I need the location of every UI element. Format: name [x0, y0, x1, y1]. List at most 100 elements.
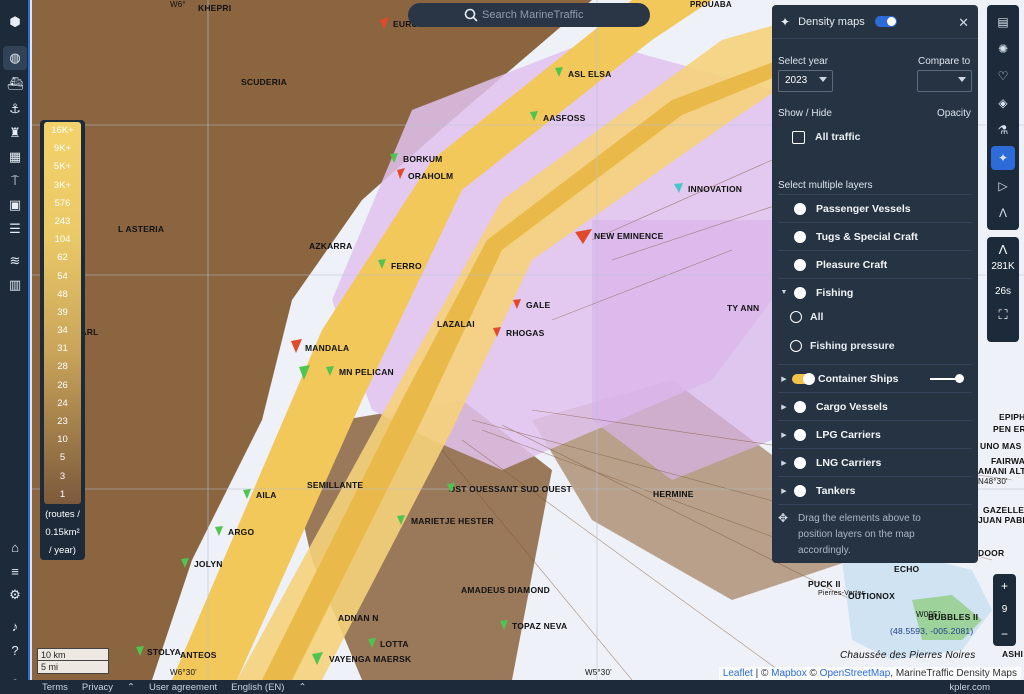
- opacity-slider[interactable]: [930, 374, 964, 383]
- ship-label[interactable]: AILA: [256, 490, 277, 500]
- photos-icon[interactable]: ▣: [3, 193, 27, 217]
- year-select[interactable]: 2023: [778, 70, 833, 92]
- ship-label[interactable]: L ASTERIA: [118, 224, 164, 234]
- measure-icon[interactable]: Λ: [991, 201, 1015, 225]
- ship-label[interactable]: LOTTA: [380, 639, 409, 649]
- filter-icon[interactable]: ⚗: [991, 118, 1015, 142]
- ship-label[interactable]: SCUDERIA: [241, 77, 287, 87]
- terms-link[interactable]: Terms: [42, 682, 68, 693]
- layer-tugs-special-craft[interactable]: Tugs & Special Craft: [778, 222, 972, 250]
- ship-label[interactable]: KHEPRI: [198, 3, 231, 13]
- ship-label[interactable]: INNOVATION: [688, 184, 742, 194]
- layer-cargo-vessels[interactable]: ▶ Cargo Vessels: [778, 392, 972, 420]
- caret-right-icon[interactable]: ▶: [778, 403, 790, 411]
- fishing-pressure-option[interactable]: Fishing pressure: [790, 333, 970, 359]
- ship-label[interactable]: ANTEOS: [180, 650, 217, 660]
- ship-label[interactable]: AASFOSS: [543, 113, 586, 123]
- map-icon[interactable]: ▤: [991, 10, 1015, 34]
- search-bar[interactable]: [408, 3, 650, 27]
- ship-label[interactable]: EPIPH: [999, 412, 1024, 422]
- layer-toggle[interactable]: [794, 484, 806, 497]
- ship-label[interactable]: FAIRWA: [991, 456, 1024, 466]
- radio-button[interactable]: [790, 311, 802, 323]
- ship-label[interactable]: MARIETJE HESTER: [411, 516, 494, 526]
- zoom-in-button[interactable]: +: [993, 574, 1016, 598]
- all-traffic-checkbox[interactable]: [792, 130, 805, 144]
- caret-right-icon[interactable]: ▶: [778, 487, 790, 495]
- user-agreement-link[interactable]: User agreement: [149, 682, 217, 693]
- layer-toggle[interactable]: [794, 230, 806, 243]
- layer-toggle[interactable]: [794, 428, 806, 441]
- layer-fishing[interactable]: ▼ Fishing: [778, 278, 972, 306]
- layer-toggle[interactable]: [794, 456, 806, 469]
- caret-right-icon[interactable]: ▶: [778, 431, 790, 439]
- ship-label[interactable]: JOLYN: [194, 559, 223, 569]
- play-icon[interactable]: ▷: [991, 174, 1015, 198]
- ship-label[interactable]: AMADEUS DIAMOND: [461, 585, 550, 595]
- caret-right-icon[interactable]: ▶: [778, 375, 790, 383]
- ship-label[interactable]: AZKARRA: [309, 241, 352, 251]
- news-icon[interactable]: ☰: [3, 217, 27, 241]
- radio-button[interactable]: [790, 340, 802, 352]
- language-selector[interactable]: English (EN): [231, 682, 284, 693]
- chevron-up-icon[interactable]: ⌃: [298, 682, 306, 693]
- ship-label[interactable]: AMANI ALT: [978, 466, 1024, 476]
- antenna-icon[interactable]: ⍑: [3, 169, 27, 193]
- layer-lng-carriers[interactable]: ▶ LNG Carriers: [778, 448, 972, 476]
- ship-label[interactable]: DST OUESSANT SUD OUEST: [449, 484, 572, 494]
- ship-label[interactable]: JUAN PABL: [978, 515, 1024, 525]
- chevron-up-icon[interactable]: ⌃: [127, 682, 135, 693]
- ship-label[interactable]: LAZALAI: [437, 319, 475, 329]
- ship-icon[interactable]: ⛴: [3, 72, 27, 96]
- density-icon[interactable]: ✦: [991, 146, 1015, 170]
- ship-label[interactable]: RHOGAS: [506, 328, 545, 338]
- fleet-icon[interactable]: ≋: [3, 249, 27, 273]
- anchor-icon[interactable]: ⚓: [3, 97, 27, 121]
- fishing-all-option[interactable]: All: [790, 304, 970, 330]
- heart-icon[interactable]: ♡: [991, 64, 1015, 88]
- help-icon[interactable]: ?: [3, 638, 27, 662]
- all-traffic-option[interactable]: All traffic: [792, 124, 972, 150]
- port-icon[interactable]: ▦: [3, 145, 27, 169]
- ship-label[interactable]: GALE: [526, 300, 550, 310]
- ship-label[interactable]: HERMINE: [653, 489, 694, 499]
- osm-link[interactable]: OpenStreetMap: [820, 668, 891, 679]
- ship-label[interactable]: DOOR: [978, 548, 1004, 558]
- ship-label[interactable]: VAYENGA MAERSK: [329, 654, 411, 664]
- ship-label[interactable]: ARGO: [228, 527, 254, 537]
- caret-right-icon[interactable]: ▶: [778, 459, 790, 467]
- layers-icon[interactable]: ◈: [991, 91, 1015, 115]
- zoom-out-button[interactable]: −: [993, 622, 1016, 646]
- layer-toggle[interactable]: [794, 286, 806, 299]
- compare-select[interactable]: [917, 70, 972, 92]
- ship-label[interactable]: BORKUM: [403, 154, 442, 164]
- layer-tankers[interactable]: ▶ Tankers: [778, 476, 972, 504]
- ship-label[interactable]: MN PELICAN: [339, 367, 394, 377]
- ship-label[interactable]: NEW EMINENCE: [594, 231, 663, 241]
- layer-pleasure-craft[interactable]: Pleasure Craft: [778, 250, 972, 278]
- fullscreen-icon[interactable]: ⛶: [987, 307, 1019, 323]
- ship-label[interactable]: FERRO: [391, 261, 422, 271]
- density-toggle[interactable]: [874, 16, 897, 27]
- layer-toggle[interactable]: [794, 400, 806, 413]
- globe-icon[interactable]: ◍: [3, 46, 27, 70]
- lighthouse-icon[interactable]: ♜: [3, 121, 27, 145]
- layer-toggle[interactable]: [794, 202, 806, 215]
- ship-label[interactable]: MANDALA: [305, 343, 349, 353]
- ship-label[interactable]: ASHI: [1002, 649, 1023, 659]
- layer-container-ships[interactable]: ▶ Container Ships: [778, 364, 972, 392]
- ship-label[interactable]: SEMILLANTE: [307, 480, 363, 490]
- tag-icon[interactable]: ⌂: [3, 535, 27, 559]
- ship-label[interactable]: ORAHOLM: [408, 171, 453, 181]
- ship-label[interactable]: ADNAN N: [338, 613, 379, 623]
- marinetraffic-logo-icon[interactable]: ⬢: [3, 10, 27, 34]
- layer-toggle[interactable]: [792, 372, 815, 385]
- layer-lpg-carriers[interactable]: ▶ LPG Carriers: [778, 420, 972, 448]
- ship-label[interactable]: STOLYA: [147, 647, 181, 657]
- ship-label[interactable]: UNO MAS: [980, 441, 1022, 451]
- ship-label[interactable]: TOPAZ NEVA: [512, 621, 567, 631]
- network-icon[interactable]: ⚙: [3, 583, 27, 607]
- mapbox-link[interactable]: Mapbox: [771, 668, 807, 679]
- privacy-link[interactable]: Privacy: [82, 682, 113, 693]
- ship-label[interactable]: PUCK II: [808, 579, 841, 589]
